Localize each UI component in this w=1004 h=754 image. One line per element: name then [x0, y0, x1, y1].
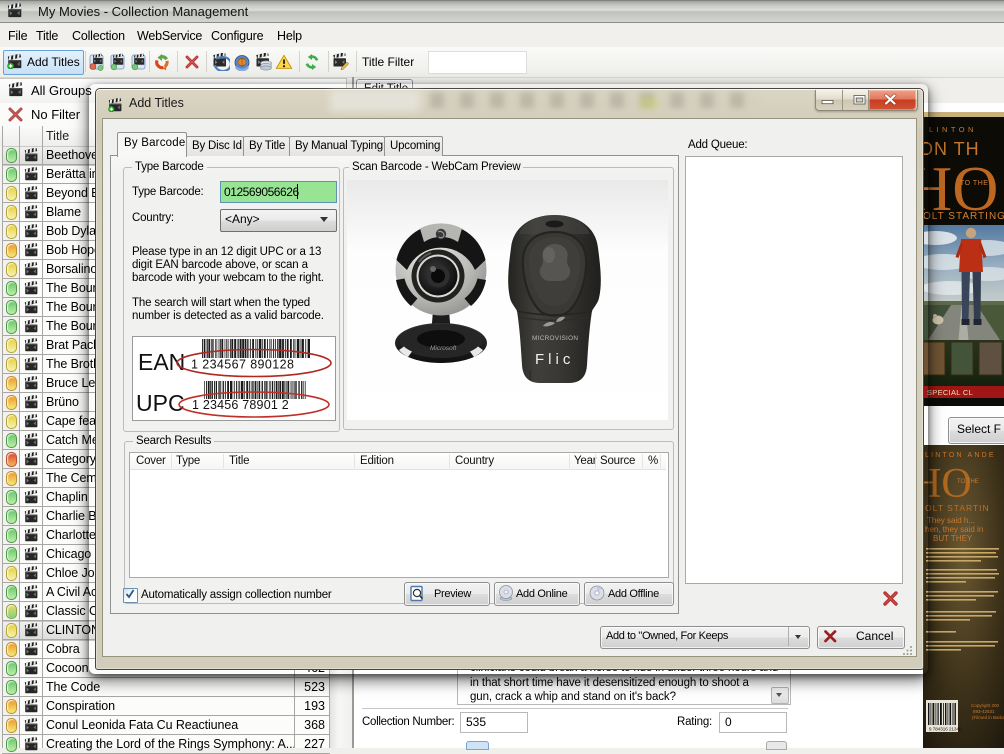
svg-text:OLT STARTIN: OLT STARTIN [925, 503, 990, 513]
svg-text:MICROVISION: MICROVISION [532, 335, 578, 342]
svg-text:LINTON: LINTON [929, 125, 977, 134]
svg-text:Flic: Flic [535, 351, 574, 368]
svg-text:1 234567 890128: 1 234567 890128 [191, 358, 294, 372]
svg-text:OLT STARTING: OLT STARTING [923, 211, 1004, 222]
svg-text:Microsoft: Microsoft [430, 345, 458, 352]
svg-text:1 23456 78901 2: 1 23456 78901 2 [192, 398, 289, 412]
svg-text:BUT THEY: BUT THEY [933, 534, 973, 543]
svg-text:TO THE: TO THE [960, 180, 988, 187]
svg-text:(Filmed in Barbardos): (Filmed in Barbardos) [972, 715, 1004, 720]
svg-text:hen, they said in: hen, they said in [925, 525, 983, 534]
svg-text:893-42531: 893-42531 [973, 709, 995, 714]
svg-text:Copyright 200: Copyright 200 [971, 703, 1000, 708]
svg-text:TO THE: TO THE [957, 479, 979, 485]
svg-text:They said h...: They said h... [927, 516, 975, 525]
svg-text:LINTON ANDE: LINTON ANDE [925, 452, 996, 459]
svg-text:9 784316 21346: 9 784316 21346 [929, 727, 962, 732]
svg-text:UPC: UPC [136, 390, 185, 416]
svg-text:EAN: EAN [138, 349, 185, 375]
svg-text:SPECIAL CL: SPECIAL CL [927, 388, 973, 397]
